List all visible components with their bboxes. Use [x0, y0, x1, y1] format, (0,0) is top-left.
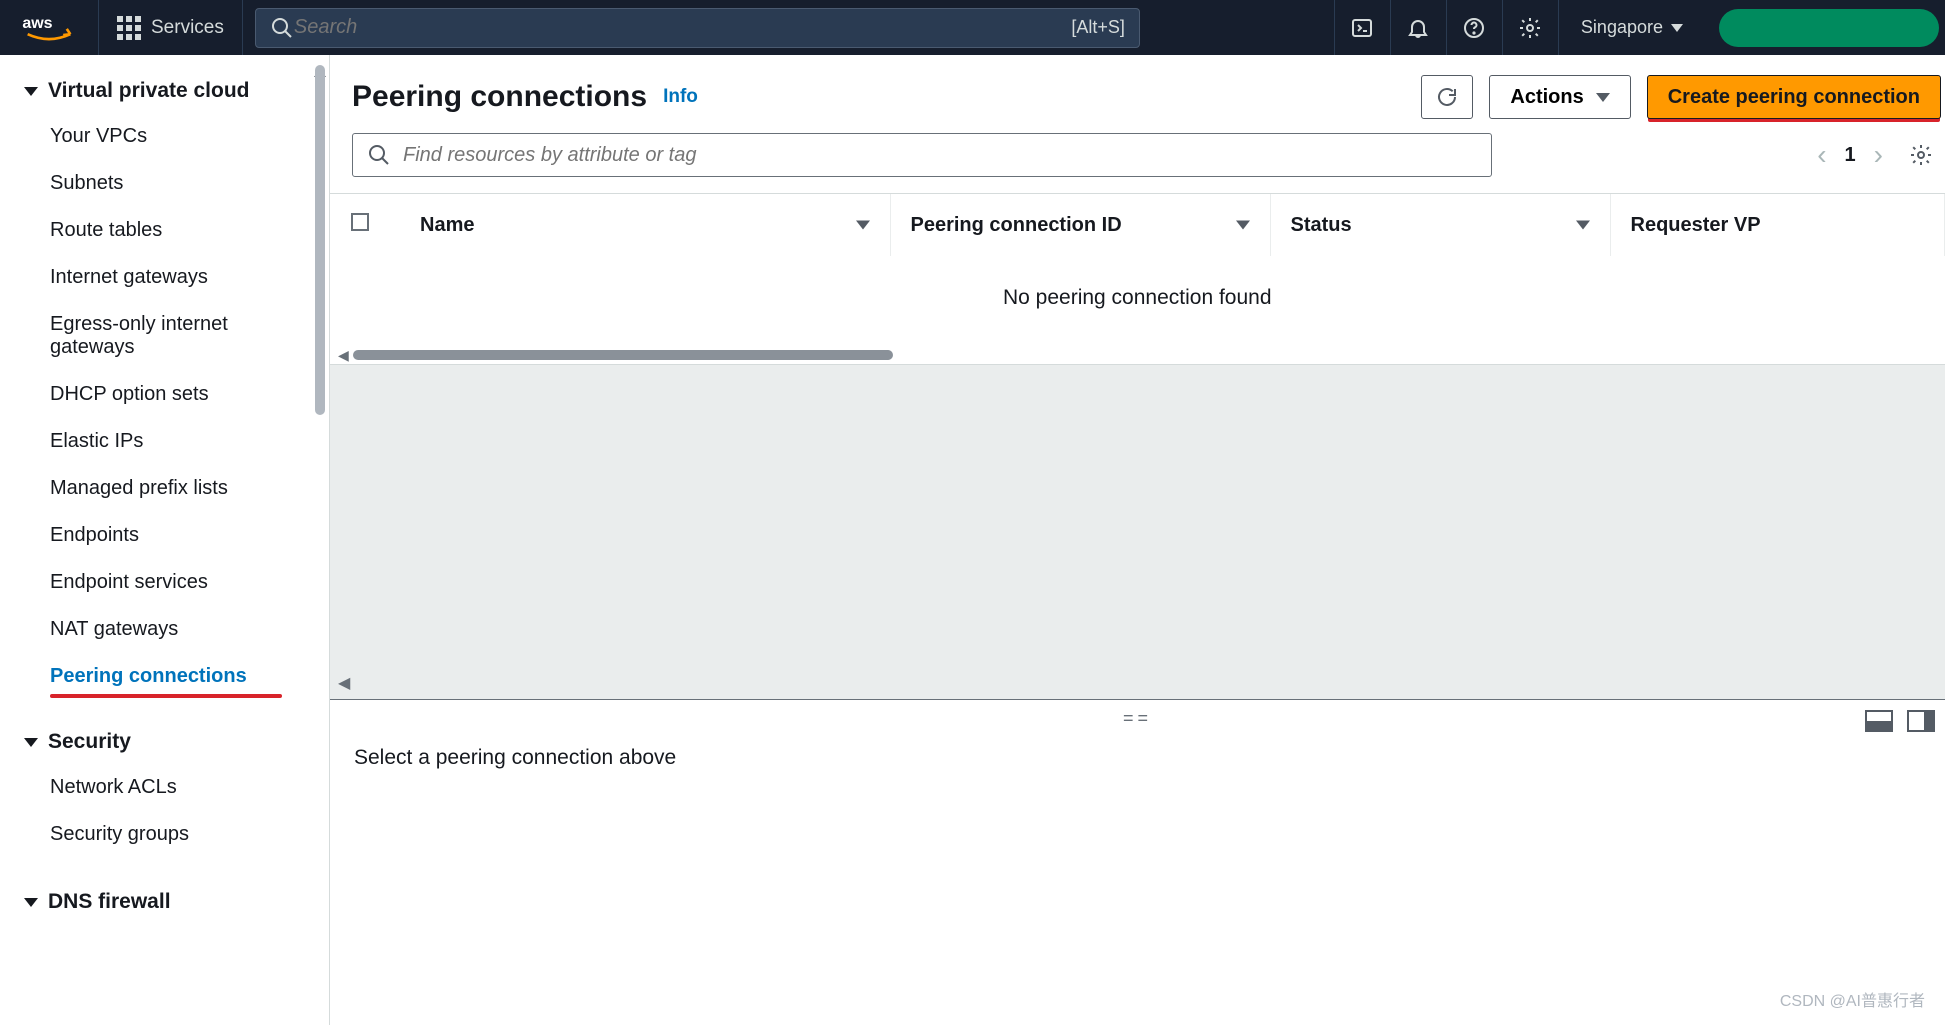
- sort-icon[interactable]: [1236, 221, 1250, 230]
- caret-down-icon: [1671, 24, 1683, 32]
- region-label: Singapore: [1581, 17, 1663, 38]
- page-number: 1: [1845, 144, 1856, 167]
- svg-text:aws: aws: [22, 15, 52, 32]
- drag-handle[interactable]: ==: [1123, 708, 1152, 729]
- sidebar-item-elastic-ips[interactable]: Elastic IPs: [6, 418, 329, 465]
- search-shortcut-hint: [Alt+S]: [1071, 17, 1125, 38]
- sidebar-section-security[interactable]: Security: [6, 720, 329, 764]
- sidebar-scrollbar[interactable]: [315, 65, 325, 415]
- sidebar-item-managed-prefix-lists[interactable]: Managed prefix lists: [6, 465, 329, 512]
- aws-logo-icon: aws: [22, 12, 76, 44]
- column-header-peering-id[interactable]: Peering connection ID: [890, 194, 1270, 256]
- sidebar-section-vpc[interactable]: Virtual private cloud: [6, 69, 329, 113]
- gear-icon: [1518, 16, 1542, 40]
- caret-down-icon: [1596, 93, 1610, 102]
- column-header-status[interactable]: Status: [1270, 194, 1610, 256]
- help-button[interactable]: [1446, 0, 1502, 55]
- refresh-icon: [1435, 85, 1459, 109]
- sidebar-item-internet-gateways[interactable]: Internet gateways: [6, 254, 329, 301]
- cloudshell-button[interactable]: [1334, 0, 1390, 55]
- horizontal-scrollbar[interactable]: ◀: [330, 350, 1945, 364]
- split-gap: ◀: [330, 364, 1945, 699]
- prev-page-button[interactable]: ‹: [1817, 139, 1826, 171]
- column-header-name[interactable]: Name: [400, 194, 890, 256]
- actions-label: Actions: [1510, 86, 1583, 109]
- top-nav: aws Services [Alt+S] Singapore: [0, 0, 1945, 55]
- search-icon: [367, 143, 391, 167]
- sidebar-item-nat-gateways[interactable]: NAT gateways: [6, 606, 329, 653]
- section-title: DNS firewall: [48, 890, 171, 914]
- layout-side-button[interactable]: [1907, 710, 1935, 732]
- caret-down-icon: [24, 87, 38, 96]
- region-selector[interactable]: Singapore: [1558, 0, 1705, 55]
- global-search[interactable]: [Alt+S]: [255, 8, 1140, 48]
- peering-connections-table: Name Peering connection ID Status R: [330, 194, 1945, 350]
- sidebar-item-endpoint-services[interactable]: Endpoint services: [6, 559, 329, 606]
- table-settings-button[interactable]: [1901, 143, 1941, 167]
- table-container: Name Peering connection ID Status R: [330, 193, 1945, 364]
- checkbox-icon: [350, 212, 370, 232]
- services-label: Services: [151, 17, 224, 39]
- caret-down-icon: [24, 898, 38, 907]
- settings-button[interactable]: [1502, 0, 1558, 55]
- sort-icon[interactable]: [1576, 221, 1590, 230]
- refresh-button[interactable]: [1421, 75, 1473, 119]
- sidebar-item-security-groups[interactable]: Security groups: [6, 811, 329, 858]
- sidebar-item-subnets[interactable]: Subnets: [6, 160, 329, 207]
- services-grid-icon: [117, 16, 141, 40]
- section-title: Security: [48, 730, 131, 754]
- cloudshell-icon: [1350, 16, 1374, 40]
- layout-bottom-button[interactable]: [1865, 710, 1893, 732]
- empty-message: No peering connection found: [330, 256, 1945, 350]
- create-label: Create peering connection: [1668, 86, 1920, 109]
- create-peering-connection-button[interactable]: Create peering connection: [1647, 75, 1941, 119]
- topnav-right: Singapore: [1334, 0, 1945, 55]
- account-menu[interactable]: [1719, 9, 1939, 47]
- sidebar-item-dhcp-option-sets[interactable]: DHCP option sets: [6, 371, 329, 418]
- paginator: ‹ 1 ›: [1817, 139, 1941, 171]
- column-select-all[interactable]: [330, 194, 400, 256]
- filter-input[interactable]: [403, 144, 1477, 167]
- aws-logo[interactable]: aws: [0, 0, 98, 55]
- global-search-input[interactable]: [294, 16, 1063, 39]
- gear-icon: [1909, 143, 1933, 167]
- caret-down-icon: [24, 738, 38, 747]
- next-page-button[interactable]: ›: [1874, 139, 1883, 171]
- sidebar-item-endpoints[interactable]: Endpoints: [6, 512, 329, 559]
- notifications-button[interactable]: [1390, 0, 1446, 55]
- column-header-requester-vpc[interactable]: Requester VP: [1610, 194, 1945, 256]
- bell-icon: [1406, 16, 1430, 40]
- search-icon: [270, 16, 294, 40]
- filter-input-wrap[interactable]: [352, 133, 1492, 177]
- actions-button[interactable]: Actions: [1489, 75, 1630, 119]
- page-header: Peering connections Info Actions Create …: [330, 55, 1945, 133]
- help-icon: [1462, 16, 1486, 40]
- sidebar-item-network-acls[interactable]: Network ACLs: [6, 764, 329, 811]
- collapse-left-icon[interactable]: ◀: [338, 673, 350, 693]
- sort-icon[interactable]: [856, 221, 870, 230]
- section-title: Virtual private cloud: [48, 79, 250, 103]
- info-link[interactable]: Info: [663, 86, 698, 108]
- sidebar-item-route-tables[interactable]: Route tables: [6, 207, 329, 254]
- sidebar-section-dns-firewall[interactable]: DNS firewall: [6, 880, 329, 924]
- services-menu[interactable]: Services: [98, 0, 243, 55]
- active-underline: [50, 694, 282, 698]
- layout-buttons: [1865, 710, 1935, 732]
- main-content: Peering connections Info Actions Create …: [330, 55, 1945, 1025]
- filter-row: ‹ 1 ›: [330, 133, 1945, 193]
- detail-pane: == Select a peering connection above CSD…: [330, 699, 1945, 1025]
- scroll-thumb[interactable]: [353, 350, 893, 360]
- sidebar-item-egress-only-igw[interactable]: Egress-only internet gateways: [6, 301, 329, 371]
- scroll-left-icon: ◀: [338, 347, 349, 364]
- sidebar: Virtual private cloud Your VPCs Subnets …: [0, 55, 330, 1025]
- watermark: CSDN @AI普惠行者: [1780, 987, 1925, 1011]
- empty-state-row: No peering connection found: [330, 256, 1945, 350]
- page-title: Peering connections: [352, 80, 647, 114]
- sidebar-item-your-vpcs[interactable]: Your VPCs: [6, 113, 329, 160]
- sidebar-item-peering-connections[interactable]: Peering connections: [6, 653, 329, 700]
